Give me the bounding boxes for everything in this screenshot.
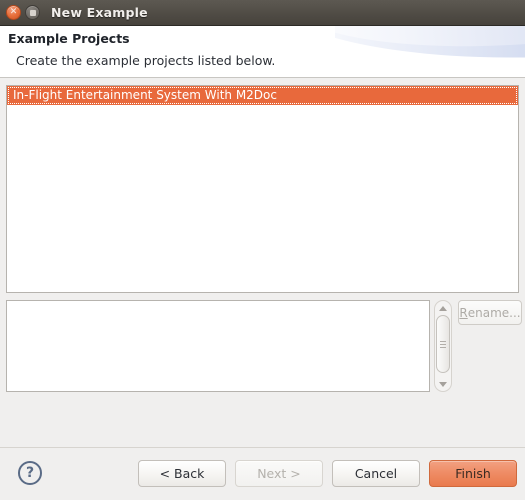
rename-mnemonic: R bbox=[459, 305, 468, 320]
dialog-button-row: < Back Next > Cancel Finish bbox=[138, 460, 517, 487]
page-subtitle: Create the example projects listed below… bbox=[16, 53, 276, 68]
scrollbar-grip-icon bbox=[440, 340, 446, 348]
scroll-down-arrow-icon[interactable] bbox=[435, 377, 451, 391]
back-button[interactable]: < Back bbox=[138, 460, 226, 487]
rename-button[interactable]: Rename... bbox=[458, 300, 522, 325]
description-scrollbar[interactable] bbox=[434, 300, 452, 392]
description-textarea[interactable] bbox=[6, 300, 430, 392]
scroll-up-arrow-icon[interactable] bbox=[435, 301, 451, 315]
description-area: Rename... bbox=[6, 300, 522, 392]
close-glyph: ✕ bbox=[9, 7, 18, 17]
scrollbar-track[interactable] bbox=[435, 315, 451, 377]
new-example-dialog: ✕ New Example Example Projects Create th… bbox=[0, 0, 525, 500]
page-title: Example Projects bbox=[8, 31, 130, 46]
maximize-glyph bbox=[26, 6, 39, 19]
window-controls: ✕ bbox=[6, 5, 40, 20]
maximize-icon[interactable] bbox=[25, 5, 40, 20]
scrollbar-thumb[interactable] bbox=[436, 315, 450, 373]
window-title: New Example bbox=[51, 5, 148, 20]
dialog-header: Example Projects Create the example proj… bbox=[0, 26, 525, 78]
example-projects-list[interactable]: In-Flight Entertainment System With M2Do… bbox=[6, 85, 519, 293]
dialog-footer: ? < Back Next > Cancel Finish bbox=[0, 447, 525, 500]
rename-label: ename... bbox=[467, 305, 521, 320]
cancel-button[interactable]: Cancel bbox=[332, 460, 420, 487]
finish-button[interactable]: Finish bbox=[429, 460, 517, 487]
list-item[interactable]: In-Flight Entertainment System With M2Do… bbox=[7, 86, 518, 105]
close-icon[interactable]: ✕ bbox=[6, 5, 21, 20]
dialog-body: In-Flight Entertainment System With M2Do… bbox=[0, 78, 525, 447]
help-question-icon[interactable]: ? bbox=[18, 461, 42, 485]
header-banner-graphic bbox=[335, 26, 525, 77]
title-bar: ✕ New Example bbox=[0, 0, 525, 26]
next-button: Next > bbox=[235, 460, 323, 487]
